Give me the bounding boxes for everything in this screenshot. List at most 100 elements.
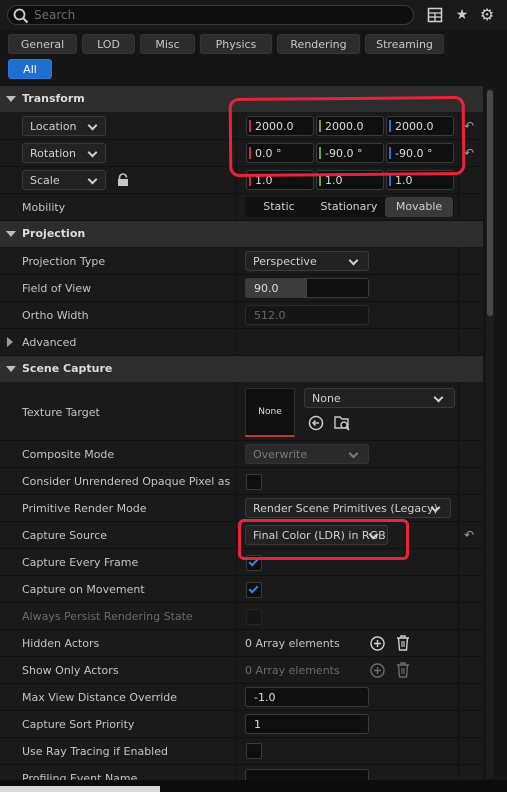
section-transform[interactable]: Transform (0, 86, 483, 112)
details-panel (0, 86, 483, 792)
ortho-width-label: Ortho Width (22, 309, 89, 322)
consider-unrendered-label: Consider Unrendered Opaque Pixel as F... (22, 475, 232, 488)
chevron-down-icon (87, 120, 98, 131)
scale-y-field[interactable]: 1.0 (316, 170, 384, 190)
location-z-field[interactable]: 2000.0 (386, 116, 454, 136)
composite-mode-dropdown[interactable]: Overwrite (245, 444, 369, 464)
always-persist-label: Always Persist Rendering State (22, 610, 193, 623)
capture-source-label: Capture Source (22, 529, 108, 542)
capture-sort-priority-label: Capture Sort Priority (22, 718, 135, 731)
scale-x-field[interactable]: 1.0 (246, 170, 314, 190)
check-icon (248, 556, 259, 567)
scale-z-field[interactable]: 1.0 (386, 170, 454, 190)
lock-icon[interactable] (116, 173, 130, 187)
filter-tab-misc[interactable]: Misc (140, 34, 195, 54)
always-persist-checkbox[interactable] (246, 609, 262, 625)
vertical-scrollbar[interactable] (486, 88, 494, 778)
primitive-render-mode-label: Primitive Render Mode (22, 502, 147, 515)
search-box[interactable] (7, 5, 414, 25)
rotation-y-field[interactable]: -90.0 ° (316, 143, 384, 163)
filter-tab-lod[interactable]: LOD (82, 34, 135, 54)
filter-tab-rendering[interactable]: Rendering (277, 34, 360, 54)
hidden-actors-label: Hidden Actors (22, 637, 100, 650)
show-only-actors-label: Show Only Actors (22, 664, 119, 677)
check-icon (248, 583, 259, 594)
capture-on-movement-checkbox[interactable] (246, 582, 262, 598)
section-title: Scene Capture (22, 362, 113, 375)
table-icon[interactable] (427, 7, 443, 23)
composite-mode-label: Composite Mode (22, 448, 115, 461)
texture-target-dropdown[interactable]: None (304, 388, 455, 408)
chevron-down-icon (348, 448, 359, 459)
reset-to-default-icon[interactable]: ↶ (464, 119, 474, 133)
add-element-icon[interactable] (370, 636, 385, 651)
show-only-actors-count: 0 Array elements (245, 664, 340, 677)
advanced-label[interactable]: Advanced (22, 336, 76, 349)
chevron-down-icon (433, 392, 444, 403)
reset-to-default-icon[interactable]: ↶ (464, 146, 474, 160)
chevron-down-icon (87, 174, 98, 185)
field-of-view-label: Field of View (22, 282, 92, 295)
scroll-thumb[interactable] (487, 90, 493, 316)
location-y-field[interactable]: 2000.0 (316, 116, 384, 136)
browse-asset-icon[interactable] (333, 414, 351, 432)
projection-type-label: Projection Type (22, 255, 106, 268)
section-projection[interactable]: Projection (0, 221, 483, 247)
use-ray-tracing-checkbox[interactable] (246, 743, 262, 759)
filter-tab-physics[interactable]: Physics (200, 34, 272, 54)
profiling-event-name-label: Profiling Event Name (22, 772, 138, 780)
section-scene-capture[interactable]: Scene Capture (0, 356, 483, 382)
filter-tab-streaming[interactable]: Streaming (365, 34, 444, 54)
hidden-actors-count: 0 Array elements (245, 637, 340, 650)
location-dropdown[interactable]: Location (22, 116, 106, 136)
collapse-arrow-icon (6, 366, 16, 372)
collapse-arrow-icon (6, 231, 16, 237)
mobility-label: Mobility (22, 201, 66, 214)
column-divider (458, 112, 459, 782)
gear-icon[interactable]: ⚙ (478, 6, 496, 24)
star-icon[interactable]: ★ (453, 6, 471, 24)
use-selected-icon[interactable] (308, 415, 324, 431)
mobility-movable-option[interactable]: Movable (385, 197, 453, 217)
filter-tab-all[interactable]: All (8, 59, 52, 79)
scale-dropdown[interactable]: Scale (22, 170, 106, 190)
reset-to-default-icon[interactable]: ↶ (464, 528, 474, 542)
primitive-render-mode-dropdown[interactable]: Render Scene Primitives (Legacy) (245, 498, 451, 518)
rotation-x-field[interactable]: 0.0 ° (246, 143, 314, 163)
capture-every-frame-label: Capture Every Frame (22, 556, 139, 569)
add-element-icon[interactable] (370, 663, 385, 678)
max-view-distance-field[interactable]: -1.0 (245, 687, 369, 707)
capture-source-dropdown[interactable]: Final Color (LDR) in RGB (245, 525, 388, 545)
search-icon (13, 8, 29, 24)
capture-sort-priority-field[interactable]: 1 (245, 714, 369, 734)
rotation-dropdown[interactable]: Rotation (22, 143, 106, 163)
location-x-field[interactable]: 2000.0 (246, 116, 314, 136)
chevron-down-icon (87, 147, 98, 158)
chevron-down-icon (348, 255, 359, 266)
max-view-distance-label: Max View Distance Override (22, 691, 178, 704)
search-input[interactable] (34, 7, 404, 23)
field-of-view-slider[interactable]: 90.0 (245, 278, 369, 298)
column-divider (236, 382, 237, 782)
profiling-event-name-field[interactable] (245, 769, 369, 780)
trash-icon[interactable] (396, 662, 410, 678)
collapse-arrow-icon (6, 96, 16, 102)
horizontal-scroll-thumb[interactable] (0, 786, 160, 792)
ortho-width-field[interactable]: 512.0 (245, 305, 369, 325)
mobility-selector: Static Stationary Movable (245, 197, 454, 217)
expand-arrow-icon[interactable] (7, 337, 13, 347)
mobility-stationary-option[interactable]: Stationary (313, 197, 385, 217)
rotation-z-field[interactable]: -90.0 ° (386, 143, 454, 163)
texture-target-label: Texture Target (22, 406, 100, 419)
consider-unrendered-checkbox[interactable] (246, 474, 262, 490)
mobility-static-option[interactable]: Static (245, 197, 313, 217)
section-title: Transform (22, 92, 85, 105)
filter-tab-general[interactable]: General (8, 34, 77, 54)
trash-icon[interactable] (396, 635, 410, 651)
capture-on-movement-label: Capture on Movement (22, 583, 145, 596)
capture-every-frame-checkbox[interactable] (246, 555, 262, 571)
projection-type-dropdown[interactable]: Perspective (245, 251, 369, 271)
texture-thumbnail[interactable]: None (245, 388, 295, 437)
use-ray-tracing-label: Use Ray Tracing if Enabled (22, 745, 168, 758)
details-toolbar: ★ ⚙ (0, 0, 507, 30)
